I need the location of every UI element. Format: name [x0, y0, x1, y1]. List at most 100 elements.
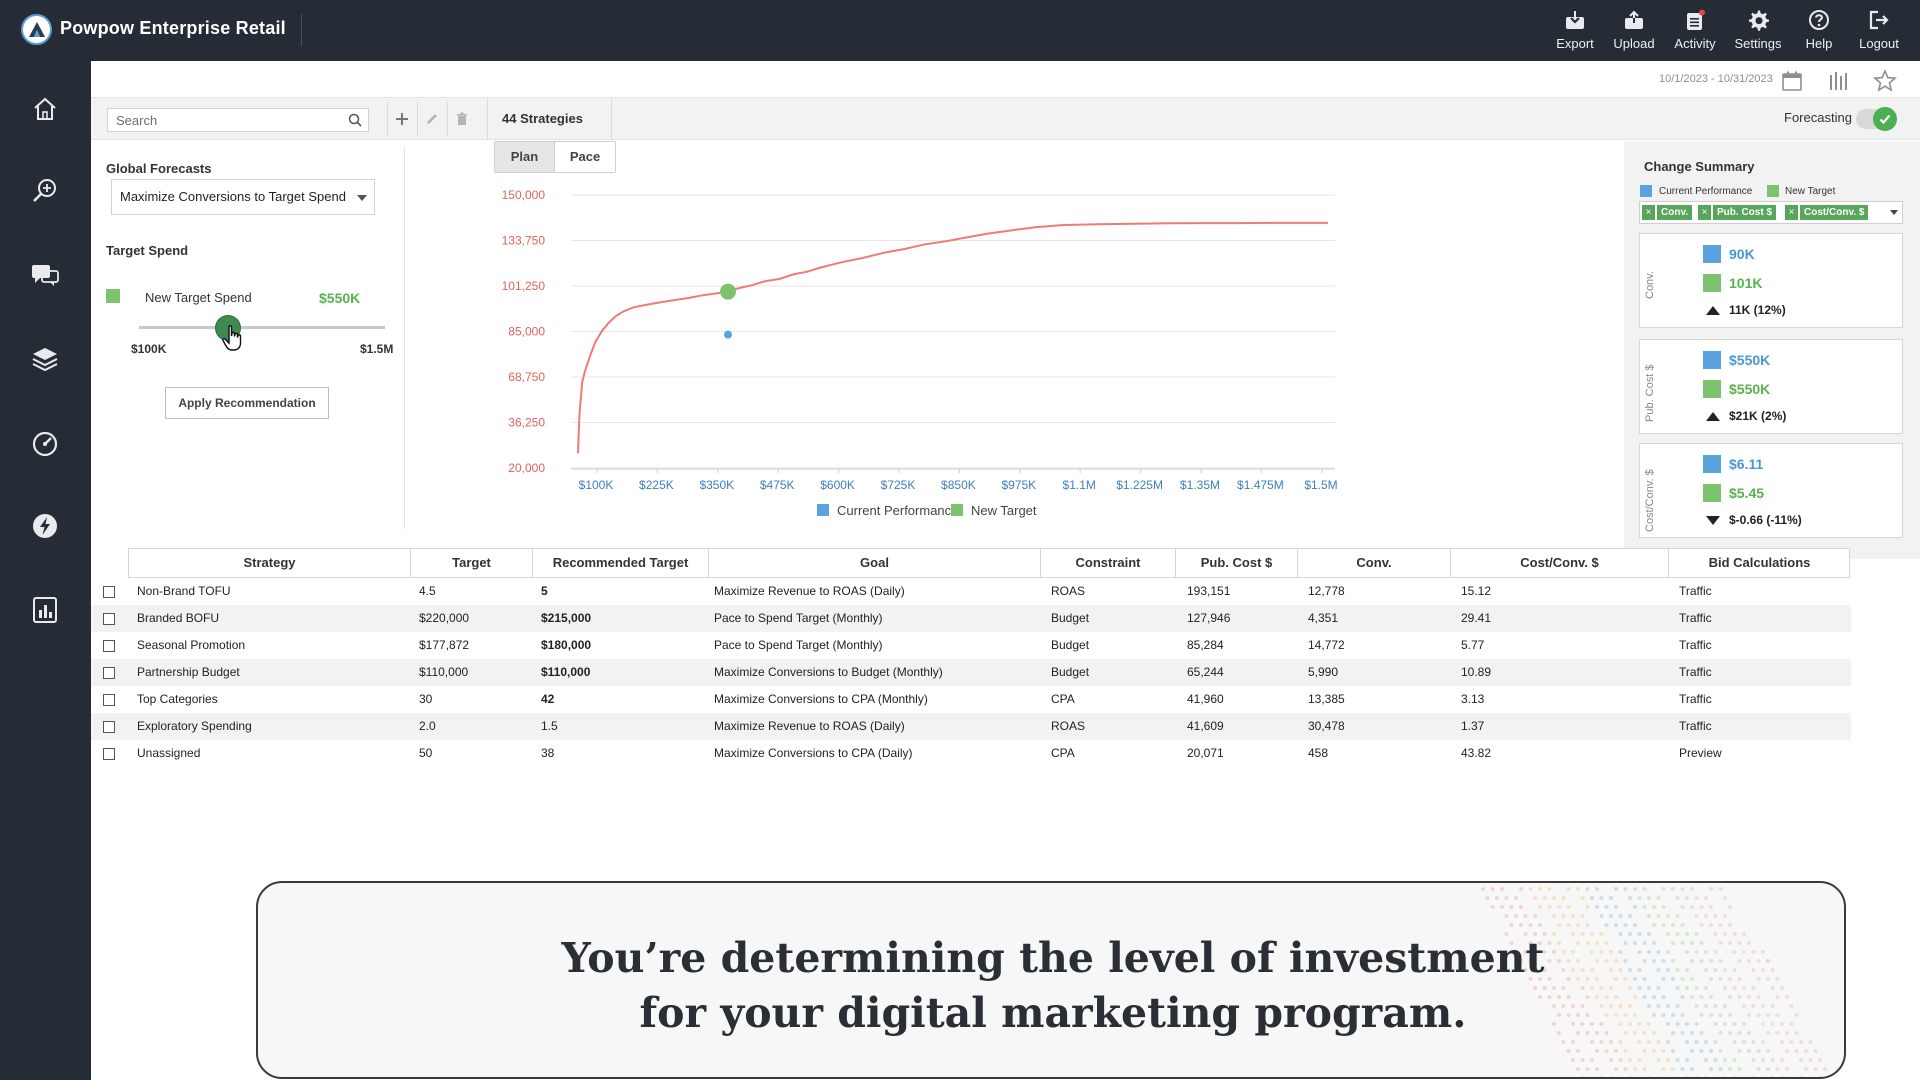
table-cell-pub-cost: 127,946 — [1187, 611, 1231, 625]
decorative-dot — [1671, 923, 1675, 927]
decorative-dot — [1481, 887, 1485, 891]
table-cell-target: 4.5 — [419, 584, 436, 598]
caption-card: You’re determining the level of investme… — [256, 881, 1846, 1079]
nav-home[interactable] — [25, 89, 65, 129]
search-icon[interactable] — [348, 113, 362, 127]
tab-plan[interactable]: Plan — [495, 142, 555, 172]
col-target[interactable]: Target — [410, 549, 532, 577]
decorative-dot — [1609, 914, 1613, 918]
nav-automation[interactable] — [25, 506, 65, 546]
logout-button[interactable]: Logout — [1849, 9, 1909, 57]
upload-button[interactable]: Upload — [1604, 9, 1664, 57]
edit-strategy-button[interactable] — [417, 102, 445, 136]
table-cell-strategy[interactable]: Top Categories — [137, 686, 218, 713]
table-header: Strategy Target Recommended Target Goal … — [128, 548, 1850, 578]
decorative-dot — [1656, 914, 1661, 918]
row-checkbox[interactable] — [103, 667, 115, 679]
settings-button[interactable]: Settings — [1728, 9, 1788, 57]
delete-strategy-button[interactable] — [447, 102, 475, 136]
decorative-dot — [1699, 905, 1704, 909]
table-cell-cost-conv: 43.82 — [1461, 746, 1492, 760]
table-row[interactable]: Seasonal Promotion $177,872 $180,000 Pace t… — [91, 632, 1851, 659]
remove-conv-icon[interactable]: × — [1642, 205, 1655, 220]
remove-pub-cost-icon[interactable]: × — [1698, 205, 1711, 220]
col-constraint[interactable]: Constraint — [1040, 549, 1175, 577]
col-conv[interactable]: Conv. — [1297, 549, 1450, 577]
decorative-dot — [1514, 914, 1518, 918]
row-checkbox[interactable] — [103, 640, 115, 652]
decorative-dot — [1808, 1058, 1813, 1062]
col-goal[interactable]: Goal — [708, 549, 1040, 577]
row-checkbox[interactable] — [103, 748, 115, 760]
favorite-button[interactable] — [1871, 67, 1899, 95]
table-cell-strategy[interactable]: Non-Brand TOFU — [137, 578, 231, 605]
new-swatch — [1703, 484, 1721, 502]
date-range[interactable]: 10/1/2023 - 10/31/2023 — [1659, 73, 1773, 85]
col-pub-cost[interactable]: Pub. Cost $ — [1175, 549, 1297, 577]
col-bid-calculations[interactable]: Bid Calculations — [1668, 549, 1850, 577]
row-checkbox[interactable] — [103, 613, 115, 625]
nav-performance[interactable] — [25, 423, 65, 463]
chip-cost-conv[interactable]: Cost/Conv. $ — [1800, 205, 1869, 220]
nav-messages[interactable] — [25, 255, 65, 295]
chart-tabs: Plan Pace — [494, 141, 616, 173]
table-row[interactable]: Top Categories 30 42 Maximize Conversions t… — [91, 686, 1851, 713]
legend-current-swatch — [817, 504, 829, 516]
calendar-button[interactable] — [1778, 67, 1806, 95]
decorative-dot — [1604, 1049, 1609, 1053]
chat-icon — [32, 265, 59, 286]
activity-button[interactable]: Activity — [1665, 9, 1725, 57]
decorative-dot — [1595, 905, 1599, 909]
search-input[interactable] — [108, 109, 334, 131]
nav-reports[interactable] — [25, 590, 65, 630]
columns-button[interactable] — [1824, 67, 1852, 95]
forecasting-toggle[interactable] — [1856, 107, 1897, 131]
table-cell-strategy[interactable]: Seasonal Promotion — [137, 632, 245, 659]
export-button[interactable]: Export — [1545, 9, 1605, 57]
card-axis-label: Pub. Cost $ — [1644, 364, 1656, 422]
top-divider — [301, 14, 302, 46]
decorative-dot — [1661, 923, 1666, 927]
chip-pub-cost[interactable]: Pub. Cost $ — [1713, 205, 1777, 220]
table-cell-strategy[interactable]: Unassigned — [137, 740, 200, 767]
table-cell-target: $110,000 — [419, 665, 469, 679]
search-zoom-icon — [33, 179, 56, 202]
forecast-select[interactable]: Maximize Conversions to Target Spend — [111, 179, 375, 215]
decorative-dot — [1818, 1076, 1822, 1077]
row-checkbox[interactable] — [103, 586, 115, 598]
x-tick-label: $225K — [639, 478, 674, 492]
tab-pace[interactable]: Pace — [555, 142, 615, 172]
table-cell-strategy[interactable]: Exploratory Spending — [137, 713, 252, 740]
row-checkbox[interactable] — [103, 721, 115, 733]
nav-explore[interactable] — [25, 171, 65, 211]
metric-filter[interactable]: × Conv. × Pub. Cost $ × Cost/Conv. $ — [1639, 201, 1903, 224]
nav-layers[interactable] — [25, 339, 65, 379]
add-strategy-button[interactable] — [387, 102, 415, 136]
caption-line-1: You’re determining the level of investme… — [561, 934, 1545, 982]
table-row[interactable]: Exploratory Spending 2.0 1.5 Maximize Reven… — [91, 713, 1851, 740]
decorative-dot — [1614, 887, 1618, 891]
col-strategy[interactable]: Strategy — [129, 549, 410, 577]
table-row[interactable]: Unassigned 50 38 Maximize Conversions to CP… — [91, 740, 1851, 767]
decorative-dot — [1747, 1049, 1751, 1053]
plus-icon — [395, 113, 408, 125]
decorative-dot — [1504, 914, 1509, 918]
table-row[interactable]: Partnership Budget $110,000 $110,000 Maximi… — [91, 659, 1851, 686]
table-cell-strategy[interactable]: Partnership Budget — [137, 659, 240, 686]
apply-recommendation-button[interactable]: Apply Recommendation — [165, 387, 329, 419]
remove-cost-conv-icon[interactable]: × — [1785, 205, 1798, 220]
row-checkbox[interactable] — [103, 694, 115, 706]
summary-legend-new: New Target — [1785, 186, 1836, 197]
table-row[interactable]: Branded BOFU $220,000 $215,000 Pace to Spen… — [91, 605, 1851, 632]
app-logo[interactable] — [21, 14, 52, 45]
help-button[interactable]: Help — [1789, 9, 1849, 57]
table-row[interactable]: Non-Brand TOFU 4.5 5 Maximize Revenue to RO… — [91, 578, 1851, 605]
decorative-dot — [1500, 887, 1504, 891]
chevron-down-icon[interactable] — [1890, 210, 1898, 215]
search-box[interactable] — [107, 108, 369, 132]
chip-conv[interactable]: Conv. — [1657, 205, 1693, 220]
col-recommended-target[interactable]: Recommended Target — [532, 549, 708, 577]
col-cost-conv[interactable]: Cost/Conv. $ — [1450, 549, 1668, 577]
table-cell-strategy[interactable]: Branded BOFU — [137, 605, 219, 632]
target-spend-slider[interactable] — [139, 326, 385, 329]
